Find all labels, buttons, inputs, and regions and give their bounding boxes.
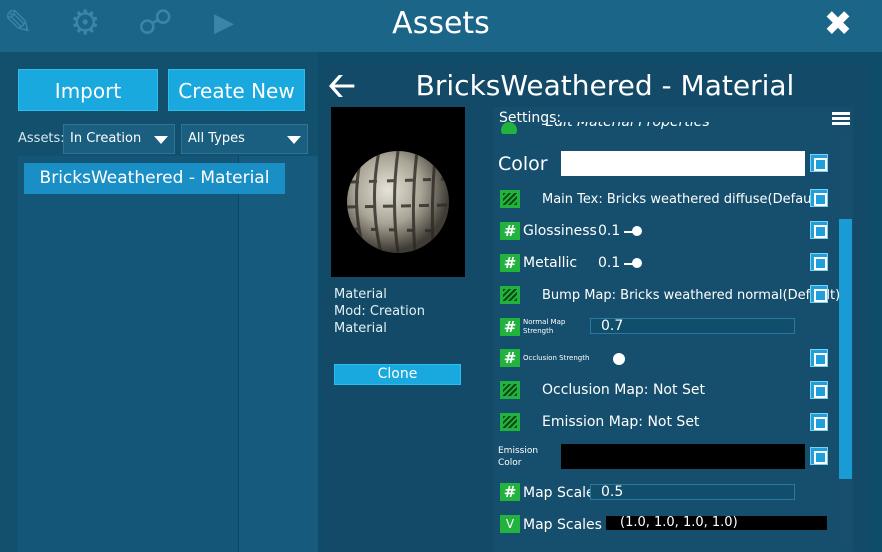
hash-toggle-icon[interactable]: # xyxy=(500,254,520,272)
picker-icon[interactable] xyxy=(810,413,828,431)
material-title: BricksWeathered - Material xyxy=(415,69,795,102)
hash-toggle-icon[interactable]: # xyxy=(500,349,520,367)
hamburger-menu-icon[interactable] xyxy=(832,112,850,126)
emission-map-label: Emission Map: Not Set xyxy=(542,414,700,430)
glossiness-label: Glossiness xyxy=(523,223,597,239)
creation-filter-value: In Creation xyxy=(70,131,142,146)
creation-filter-dropdown[interactable]: In Creation xyxy=(63,124,175,154)
brick-sphere-image xyxy=(347,151,449,253)
normal-strength-field[interactable]: 0.7 xyxy=(590,318,795,334)
back-arrow-icon[interactable]: 🡠 xyxy=(328,66,364,106)
clone-button[interactable]: Clone xyxy=(334,364,461,385)
metallic-value: 0.1 xyxy=(598,255,621,271)
metallic-label: Metallic xyxy=(523,255,578,271)
normal-strength-value: 0.7 xyxy=(601,318,624,334)
normal-strength-label: Normal Map Strength xyxy=(523,318,566,335)
expand-icon[interactable] xyxy=(501,122,517,134)
map-scale-label: Map Scale xyxy=(523,485,595,501)
type-filter-dropdown[interactable]: All Types xyxy=(181,124,308,154)
map-scale-field[interactable]: 0.5 xyxy=(590,484,795,500)
material-preview xyxy=(331,107,465,277)
info-category: Material xyxy=(334,321,387,336)
map-scales-value: (1.0, 1.0, 1.0, 1.0) xyxy=(620,515,738,530)
picker-icon[interactable] xyxy=(810,447,828,465)
hash-toggle-icon[interactable]: # xyxy=(500,222,520,240)
color-swatch[interactable] xyxy=(561,151,805,176)
color-label: Color xyxy=(498,153,548,175)
hash-toggle-icon[interactable]: # xyxy=(500,318,520,336)
texture-toggle-icon[interactable] xyxy=(500,381,520,399)
main-tex-label: Main Tex: Bricks weathered diffuse(Defau… xyxy=(542,192,826,207)
emission-color-label: Emission Color xyxy=(498,446,539,468)
scrollbar-thumb[interactable] xyxy=(839,219,852,479)
picker-icon[interactable] xyxy=(810,253,828,271)
picker-icon[interactable] xyxy=(810,349,828,367)
map-scale-value: 0.5 xyxy=(601,484,624,500)
texture-toggle-icon[interactable] xyxy=(500,413,520,431)
create-new-button[interactable]: Create New xyxy=(168,69,305,111)
map-scales-field[interactable]: (1.0, 1.0, 1.0, 1.0) xyxy=(606,516,827,530)
metallic-slider-knob[interactable] xyxy=(632,258,642,268)
material-info: Material Mod: Creation Material xyxy=(334,286,425,337)
hash-toggle-icon[interactable]: # xyxy=(500,483,520,501)
bump-map-label: Bump Map: Bricks weathered normal(Defaul… xyxy=(542,288,841,303)
glossiness-value: 0.1 xyxy=(598,223,621,239)
info-type: Material xyxy=(334,287,387,302)
asset-list-side xyxy=(238,156,318,552)
occlusion-slider-knob[interactable] xyxy=(613,353,625,365)
occlusion-map-label: Occlusion Map: Not Set xyxy=(542,382,705,398)
chevron-down-icon xyxy=(287,136,301,144)
emission-color-swatch[interactable] xyxy=(561,444,805,469)
picker-icon[interactable] xyxy=(810,221,828,239)
info-mod: Mod: Creation xyxy=(334,304,425,319)
texture-toggle-icon[interactable] xyxy=(500,286,520,304)
picker-icon[interactable] xyxy=(810,285,828,303)
window-title: Assets xyxy=(392,6,490,41)
occlusion-strength-label: Occlusion Strength xyxy=(523,354,590,362)
chevron-down-icon xyxy=(154,136,168,144)
section-header[interactable]: Edit Material Properties xyxy=(497,122,827,134)
texture-toggle-icon[interactable] xyxy=(500,190,520,208)
vector-toggle-icon[interactable]: V xyxy=(500,515,520,533)
glossiness-slider-knob[interactable] xyxy=(632,226,642,236)
assets-filter-label: Assets: xyxy=(18,131,65,146)
picker-icon[interactable] xyxy=(810,154,828,172)
list-item[interactable]: BricksWeathered - Material xyxy=(24,163,285,194)
picker-icon[interactable] xyxy=(810,381,828,399)
map-scales-label: Map Scales xyxy=(523,517,602,533)
import-button[interactable]: Import xyxy=(18,69,158,111)
close-icon[interactable]: ✖ xyxy=(818,6,858,42)
type-filter-value: All Types xyxy=(188,131,245,146)
picker-icon[interactable] xyxy=(810,189,828,207)
